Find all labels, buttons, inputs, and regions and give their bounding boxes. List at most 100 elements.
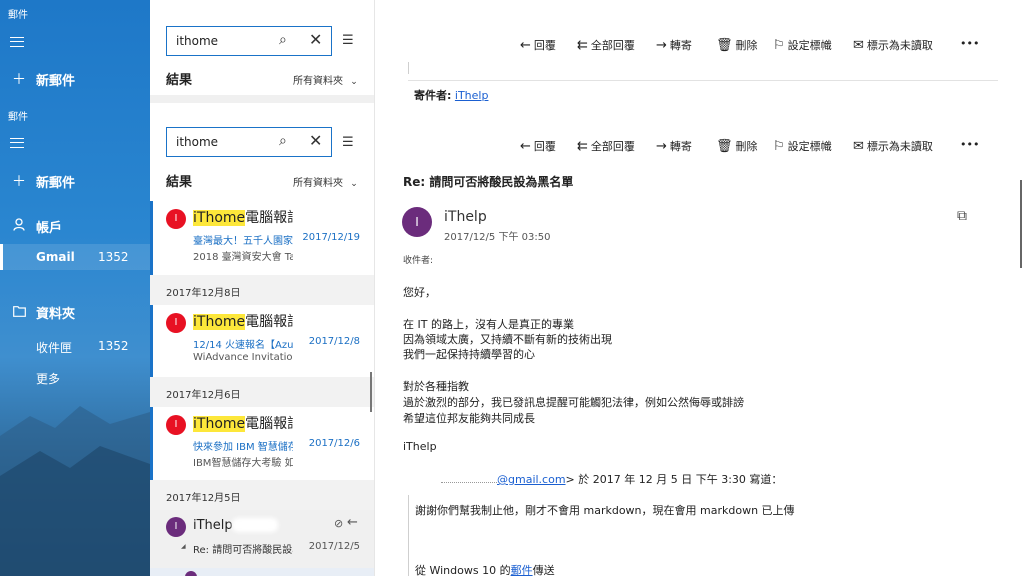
reply-all-button[interactable]: ⇇ 全部回覆 — [577, 138, 635, 154]
body-line: 因為領域太廣，又持續不斷有新的技術出現 — [403, 333, 612, 346]
divider — [408, 80, 998, 81]
delete-button[interactable]: 🗑 刪除 — [716, 37, 758, 53]
accounts-header[interactable]: 帳戶 — [10, 217, 62, 236]
hamburger-menu-icon[interactable] — [10, 138, 24, 148]
search-input[interactable]: ithome — [176, 135, 218, 149]
trash-icon: 🗑 — [716, 139, 733, 154]
search-input[interactable]: ithome — [176, 34, 218, 48]
message-date: 2017/12/19 — [302, 232, 360, 243]
avatar: I — [166, 415, 186, 435]
folders-label: 資料夾 — [36, 307, 76, 322]
sender-label: 寄件者: — [414, 89, 452, 102]
message-list-pane: ithome ⌕ ✕ ☰ 結果 所有資料夾 ⌄ ithome ⌕ ✕ ☰ 結果 … — [150, 0, 375, 576]
list-scrollbar[interactable] — [370, 372, 372, 412]
flag-button[interactable]: ⚐ 設定標幟 — [773, 138, 832, 154]
new-mail-label: 新郵件 — [36, 73, 76, 89]
list-item[interactable]: I iThome電腦報訊 臺灣最大！五千人園家 2017/12/19 2018 … — [150, 201, 374, 275]
app-title-top: 郵件 — [8, 10, 28, 21]
scope-label: 所有資料夾 — [293, 76, 343, 87]
filter-icon[interactable]: ☰ — [342, 33, 354, 48]
sent-time: 2017/12/5 下午 03:50 — [444, 232, 551, 243]
body-signature: iThelp — [403, 440, 437, 453]
recipient-label: 收件者: — [403, 256, 434, 266]
forward-icon: → — [656, 38, 667, 53]
next-item-edge — [150, 568, 374, 576]
message-subject: 12/14 火速報名【Azure — [193, 340, 293, 351]
quote-bar — [408, 495, 409, 576]
avatar — [185, 571, 197, 576]
search-box[interactable]: ithome ⌕ ✕ — [166, 127, 332, 157]
reply-button[interactable]: ← 回覆 — [520, 37, 556, 53]
new-mail-button-top[interactable]: ＋ 新郵件 — [10, 69, 75, 89]
filter-icon[interactable]: ☰ — [342, 135, 354, 150]
quote-bar — [408, 62, 409, 74]
forward-button[interactable]: → 轉寄 — [656, 37, 692, 53]
new-mail-button[interactable]: ＋ 新郵件 — [10, 171, 75, 191]
message-subject: 臺灣最大！五千人園家 — [193, 236, 293, 247]
body-line: 過於激烈的部分，我已發訊息提醒可能觸犯法律，例如公然侮辱或誹謗 — [403, 396, 744, 409]
close-icon[interactable]: ✕ — [309, 30, 322, 49]
open-in-new-window-icon[interactable]: ⧉ — [957, 208, 967, 224]
replied-icon: ← — [347, 515, 358, 530]
avatar: I — [166, 209, 186, 229]
folder-inbox[interactable]: 收件匣 — [36, 339, 72, 356]
list-item[interactable]: I iThome電腦報訊 12/14 火速報名【Azure 2017/12/8 … — [150, 305, 374, 379]
folders-header[interactable]: 資料夾 — [10, 303, 75, 322]
more-actions-button[interactable]: ••• — [960, 37, 979, 50]
person-icon — [10, 218, 28, 235]
sender-name[interactable]: iThelp — [444, 209, 487, 225]
redaction — [232, 518, 278, 532]
reply-all-button[interactable]: ⇇ 全部回覆 — [577, 37, 635, 53]
quote-email-link[interactable]: @gmail.com — [497, 473, 566, 486]
reading-scrollbar[interactable] — [1020, 180, 1022, 268]
unread-marker — [150, 201, 153, 275]
account-gmail[interactable]: Gmail — [36, 250, 75, 264]
folder-more[interactable]: 更多 — [36, 370, 60, 387]
unread-marker — [150, 305, 153, 379]
flag-button[interactable]: ⚐ 設定標幟 — [773, 37, 832, 53]
background-mountain — [0, 406, 150, 576]
quote-header-suffix: > 於 2017 年 12 月 5 日 下午 3:30 寫道： — [565, 473, 783, 486]
message-subject: 快來參加 IBM 智慧儲存 — [193, 442, 293, 453]
message-toolbar: ← 回覆 ⇇ 全部回覆 → 轉寄 🗑 刪除 ⚐ 設定標幟 ✉ 標示為未讀取 ••• — [375, 134, 1024, 158]
reply-button[interactable]: ← 回覆 — [520, 138, 556, 154]
message-date: 2017/12/5 — [308, 541, 360, 552]
close-icon[interactable]: ✕ — [309, 131, 322, 150]
mail-footer: 從 Windows 10 的郵件傳送 — [415, 564, 555, 576]
body-line: 對於各種指教 — [403, 380, 469, 393]
mark-unread-button[interactable]: ✉ 標示為未讀取 — [853, 138, 933, 154]
search-icon[interactable]: ⌕ — [279, 133, 287, 149]
list-item[interactable]: I iThome電腦報訊 快來參加 IBM 智慧儲存 2017/12/6 IBM… — [150, 407, 374, 481]
reply-marker: ◢ — [181, 543, 186, 550]
delete-button[interactable]: 🗑 刪除 — [716, 138, 758, 154]
envelope-icon: ✉ — [853, 139, 864, 154]
search-icon[interactable]: ⌕ — [279, 32, 287, 48]
search-box-top[interactable]: ithome ⌕ ✕ — [166, 26, 332, 56]
plus-icon: ＋ — [12, 174, 26, 190]
folder-scope-dropdown[interactable]: 所有資料夾 ⌄ — [293, 174, 358, 189]
previous-sender-line: 寄件者: iThelp — [414, 87, 488, 103]
folder-scope-dropdown[interactable]: 所有資料夾 ⌄ — [293, 72, 358, 87]
message-subject: Re: 請問可否將酸民設為 — [193, 545, 293, 556]
divider — [150, 95, 374, 103]
reply-all-icon: ⇇ — [577, 38, 588, 53]
envelope-icon: ✉ — [853, 38, 864, 53]
scope-label: 所有資料夾 — [293, 178, 343, 189]
reply-icon: ← — [520, 38, 531, 53]
accounts-label: 帳戶 — [36, 221, 63, 236]
sender-link[interactable]: iThelp — [455, 89, 489, 102]
reading-pane: ← 回覆 ⇇ 全部回覆 → 轉寄 🗑 刪除 ⚐ 設定標幟 ✉ 標示為未讀取 ••• 寄件者:… — [375, 0, 1024, 576]
date-group-header: 2017年12月6日 — [150, 377, 374, 407]
account-unread-count: 1352 — [98, 250, 129, 264]
message-preview: 2018 臺灣資安大會 Ta — [193, 252, 293, 263]
forward-icon: → — [656, 139, 667, 154]
mark-unread-button[interactable]: ✉ 標示為未讀取 — [853, 37, 933, 53]
inbox-unread-count: 1352 — [98, 339, 129, 353]
results-label: 結果 — [166, 73, 193, 88]
more-actions-button[interactable]: ••• — [960, 138, 979, 151]
forward-button[interactable]: → 轉寄 — [656, 138, 692, 154]
list-item-selected[interactable]: I iThelp ⊘ ← ◢ Re: 請問可否將酸民設為 2017/12/5 — [150, 510, 374, 568]
hamburger-menu-icon[interactable] — [10, 37, 24, 47]
mail-app-link[interactable]: 郵件 — [511, 564, 533, 576]
attachment-icon: ⊘ — [334, 517, 344, 530]
